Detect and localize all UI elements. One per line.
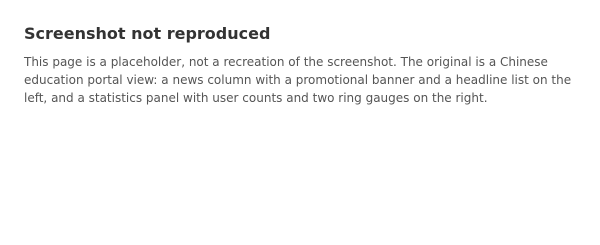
placeholder-title: Screenshot not reproduced [24,24,271,43]
placeholder-frame: Screenshot not reproduced This page is a… [0,0,600,245]
placeholder-body: This page is a placeholder, not a recrea… [24,55,572,105]
